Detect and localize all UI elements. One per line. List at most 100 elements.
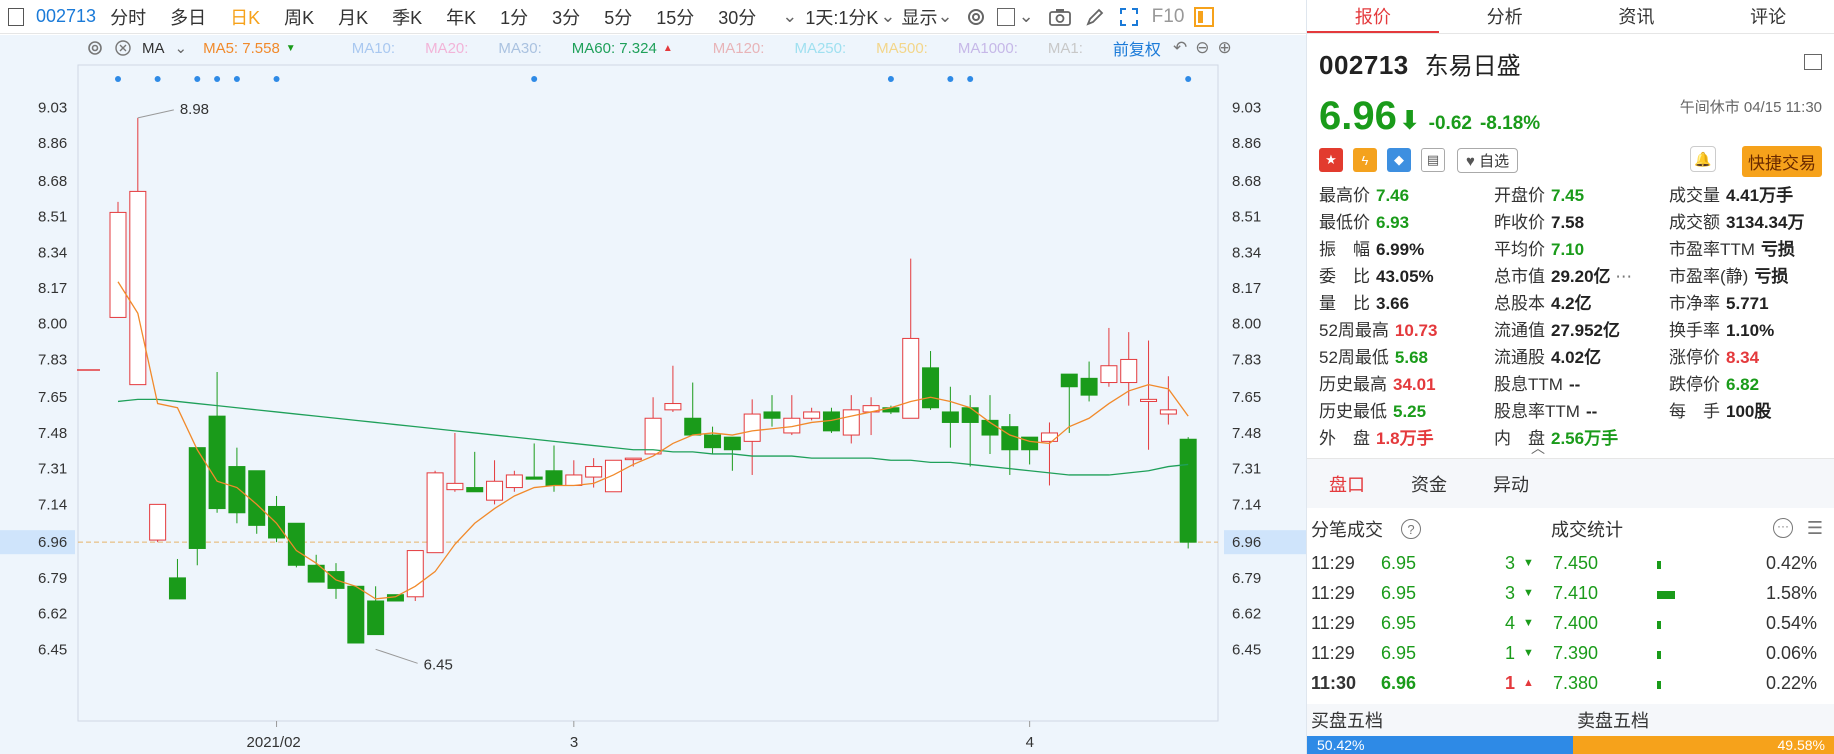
panel-side-icon[interactable] bbox=[1194, 6, 1215, 27]
lightning-icon[interactable]: ϟ bbox=[1353, 148, 1377, 172]
candle-body bbox=[248, 470, 266, 526]
stat-value: 亏损 bbox=[1760, 240, 1795, 259]
candle-body bbox=[466, 487, 484, 493]
quick-trade-button[interactable]: 快捷交易 bbox=[1742, 146, 1822, 177]
period-tab-5[interactable]: 季K bbox=[392, 4, 422, 30]
stat-price: 7.400 bbox=[1553, 612, 1599, 633]
candle-body bbox=[1120, 358, 1138, 384]
stat-item: 每 手 100股 bbox=[1669, 400, 1834, 424]
period-tab-3[interactable]: 周K bbox=[284, 4, 314, 30]
stat-value: 5.771 bbox=[1726, 294, 1769, 313]
period-tab-0[interactable]: 分时 bbox=[110, 4, 146, 30]
kline-svg[interactable]: 9.03 9.03 8.86 8.86 8.68 8.68 8.51 8.51 8.34 8.34… bbox=[0, 35, 1306, 754]
f10-button[interactable]: F10 bbox=[1152, 6, 1185, 28]
buy-book-title: 买盘五档 bbox=[1311, 711, 1383, 731]
quote-actions: ★ ϟ ◆ ▤ ♥ 自选 🔔 快捷交易 bbox=[1307, 140, 1834, 180]
candle-body bbox=[902, 337, 920, 419]
y-tick-label-left: 8.00 bbox=[38, 316, 67, 333]
quote-tab-0[interactable]: 报价 bbox=[1307, 0, 1439, 33]
candle-body bbox=[1159, 409, 1177, 415]
period-tab-2[interactable]: 日K bbox=[230, 4, 260, 30]
stock-code[interactable]: 002713 bbox=[36, 6, 96, 27]
draw-pen-icon[interactable] bbox=[1084, 6, 1106, 28]
candle-body bbox=[803, 411, 821, 419]
list-icon[interactable]: ☰ bbox=[1807, 518, 1823, 539]
candle-body bbox=[109, 211, 127, 318]
stat-item: 内 盘 2.56万手 bbox=[1494, 427, 1669, 451]
period-tab-4[interactable]: 月K bbox=[338, 4, 368, 30]
quote-stats-grid: 最高价 7.46 开盘价 7.45 成交量 4.41万手 最低价 6.93 昨收价 7.58 成交额… bbox=[1307, 180, 1834, 455]
more-icon[interactable]: ⋯ bbox=[1611, 267, 1632, 286]
period-tab-6[interactable]: 年K bbox=[446, 4, 476, 30]
help-icon[interactable]: ? bbox=[1401, 519, 1421, 539]
stat-item: 外 盘 1.8万手 bbox=[1319, 427, 1494, 451]
trades-title: 分笔成交 bbox=[1311, 520, 1383, 540]
panel-toggle-icon[interactable] bbox=[8, 7, 24, 26]
subtab-0[interactable]: 盘口 bbox=[1329, 471, 1365, 497]
bell-icon[interactable]: 🔔 bbox=[1690, 146, 1716, 172]
stat-label: 外 盘 bbox=[1319, 429, 1370, 448]
stat-title: 成交统计 bbox=[1551, 520, 1623, 540]
more-icon[interactable]: ··· bbox=[1773, 518, 1793, 538]
stat-label: 成交量 bbox=[1669, 186, 1720, 205]
high-note-leader bbox=[137, 109, 174, 119]
quote-tab-1[interactable]: 分析 bbox=[1439, 0, 1571, 33]
trade-row: 11:29 6.95 3 ▼ 7.410 1.58% bbox=[1307, 578, 1834, 608]
quote-tabs: 报价 分析 资讯 评论 bbox=[1307, 0, 1834, 34]
stat-label: 市盈率TTM bbox=[1669, 240, 1755, 259]
candle-body bbox=[961, 407, 979, 423]
y-tick-label-right: 7.14 bbox=[1232, 496, 1261, 513]
kline-chart-pane[interactable]: MA ⌄ MA5: 7.558 ▼ MA10: MA20: MA30: MA60… bbox=[0, 35, 1306, 754]
candle-body bbox=[941, 411, 959, 423]
stat-value: 4.02亿 bbox=[1551, 348, 1602, 367]
quote-tab-2[interactable]: 资讯 bbox=[1571, 0, 1703, 33]
chevron-down-icon[interactable]: ⌄ bbox=[937, 6, 952, 27]
settings-icon[interactable] bbox=[965, 6, 987, 28]
bookmark-icon[interactable]: ▤ bbox=[1421, 148, 1445, 172]
y-tick-label-left: 8.34 bbox=[38, 244, 67, 261]
stat-item: 量 比 3.66 bbox=[1319, 292, 1494, 316]
period-dropdown-icon[interactable]: ⌄ bbox=[782, 6, 797, 27]
period-tab-9[interactable]: 5分 bbox=[604, 4, 632, 30]
stat-value: 6.93 bbox=[1376, 213, 1410, 232]
subtab-2[interactable]: 异动 bbox=[1493, 471, 1529, 497]
display-menu[interactable]: 显示 bbox=[901, 4, 937, 30]
quote-tab-3[interactable]: 评论 bbox=[1702, 0, 1834, 33]
chevron-down-icon[interactable]: ⌄ bbox=[1019, 6, 1034, 27]
stat-value: 7.45 bbox=[1551, 186, 1585, 205]
down-triangle-icon: ▼ bbox=[1523, 647, 1534, 659]
period-tab-1[interactable]: 多日 bbox=[170, 4, 206, 30]
y-tick-label-right: 6.45 bbox=[1232, 641, 1261, 658]
candle-body bbox=[545, 470, 563, 486]
candle-body bbox=[347, 585, 365, 644]
fullscreen-icon[interactable] bbox=[1118, 6, 1140, 28]
stat-item: 流通值 27.952亿 bbox=[1494, 319, 1669, 343]
add-watchlist-button[interactable]: ♥ 自选 bbox=[1457, 147, 1519, 173]
period-tab-11[interactable]: 30分 bbox=[718, 4, 756, 30]
candle-body bbox=[604, 459, 622, 493]
stat-item: 平均价 7.10 bbox=[1494, 238, 1669, 262]
subtab-1[interactable]: 资金 bbox=[1411, 471, 1447, 497]
chevron-down-icon[interactable]: ⌄ bbox=[880, 6, 895, 27]
collapse-panel-icon[interactable] bbox=[1804, 54, 1822, 70]
x-tick-label: 2021/02 bbox=[247, 734, 301, 751]
arrow-down-icon: ⬇ bbox=[1398, 105, 1421, 135]
trade-row: 11:29 6.95 1 ▼ 7.390 0.06% bbox=[1307, 638, 1834, 668]
window-layout-icon[interactable] bbox=[996, 7, 1015, 26]
tag-icon[interactable]: ◆ bbox=[1387, 148, 1411, 172]
period-tab-10[interactable]: 15分 bbox=[656, 4, 694, 30]
stat-label: 流通值 bbox=[1494, 321, 1545, 340]
y-tick-label-left: 7.31 bbox=[38, 461, 67, 478]
expand-chevron-icon[interactable]: ︿ bbox=[1531, 438, 1545, 458]
candle-body bbox=[208, 415, 226, 510]
y-tick-label-left: 8.86 bbox=[38, 135, 67, 152]
period-tab-8[interactable]: 3分 bbox=[552, 4, 580, 30]
period-tab-7[interactable]: 1分 bbox=[500, 4, 528, 30]
stat-value: 34.01 bbox=[1393, 375, 1436, 394]
camera-icon[interactable] bbox=[1048, 7, 1072, 27]
stat-value: 27.952亿 bbox=[1551, 321, 1620, 340]
stat-value: 100股 bbox=[1726, 402, 1772, 421]
trade-time: 11:29 bbox=[1311, 612, 1355, 633]
trades-section: 分笔成交 ? 成交统计 ··· ☰ 11:29 6.95 3 ▼ 7.450 0.42% 1… bbox=[1307, 510, 1834, 704]
multi-day-selector[interactable]: 1天:1分K bbox=[805, 4, 878, 30]
